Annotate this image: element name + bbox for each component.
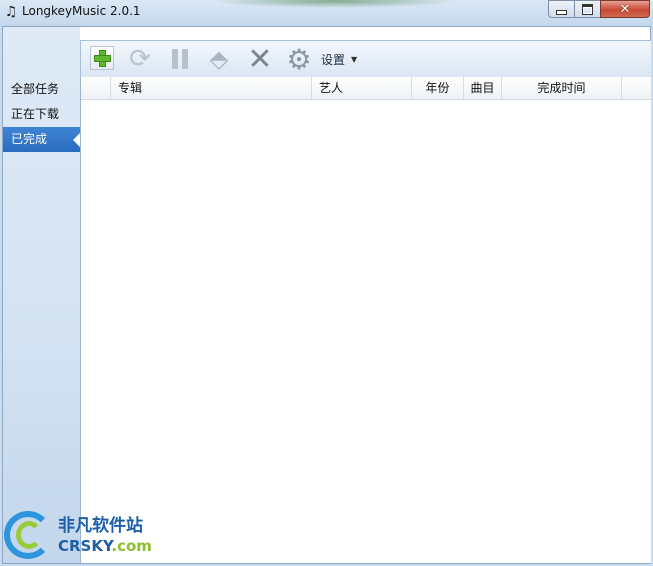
delete-button[interactable]: ✕ xyxy=(245,41,275,77)
sidebar-item-all-tasks[interactable]: 全部任务 xyxy=(3,77,80,102)
column-header-album[interactable]: 专辑 xyxy=(111,77,312,99)
watermark-en: CRSKY.com xyxy=(58,536,152,555)
column-header-artist[interactable]: 艺人 xyxy=(312,77,412,99)
delete-icon: ✕ xyxy=(247,41,273,77)
pause-icon xyxy=(172,49,188,69)
column-header-select[interactable] xyxy=(81,77,111,99)
sidebar-item-label: 已完成 xyxy=(11,132,48,146)
sidebar-item-downloading[interactable]: 正在下载 xyxy=(3,102,80,127)
app-window: ♫ LongkeyMusic 2.0.1 ✕ ⟳ ⬘ ✕ ⚙ 设置 ▼ 全部任务… xyxy=(0,0,653,566)
pause-button[interactable] xyxy=(165,44,195,74)
task-table[interactable]: 专辑 艺人 年份 曲目 完成时间 xyxy=(80,77,651,563)
settings-button[interactable]: ⚙ xyxy=(284,42,314,76)
watermark-cn: 非凡软件站 xyxy=(58,515,143,536)
sidebar-item-label: 正在下载 xyxy=(11,107,60,121)
title-bar[interactable]: ♫ LongkeyMusic 2.0.1 ✕ xyxy=(0,0,653,26)
refresh-button[interactable]: ⟳ xyxy=(125,44,155,74)
table-header: 专辑 艺人 年份 曲目 完成时间 xyxy=(81,77,651,100)
settings-dropdown[interactable]: 设置 ▼ xyxy=(321,51,357,68)
minimize-icon xyxy=(556,9,567,15)
close-button[interactable]: ✕ xyxy=(600,0,650,18)
move-icon: ⬘ xyxy=(209,45,229,73)
column-header-completed-time[interactable]: 完成时间 xyxy=(502,77,622,99)
client-area: ⟳ ⬘ ✕ ⚙ 设置 ▼ 全部任务 正在下载 已完成 专辑 艺人 年份 曲目 完… xyxy=(2,26,651,564)
toolbar: ⟳ ⬘ ✕ ⚙ 设置 ▼ xyxy=(80,40,651,77)
column-header-tracks[interactable]: 曲目 xyxy=(464,77,502,99)
watermark-en-suffix: .com xyxy=(111,536,152,555)
plus-icon xyxy=(93,49,111,67)
title-glow xyxy=(210,0,460,8)
sidebar-nav: 全部任务 正在下载 已完成 xyxy=(3,77,80,152)
minimize-button[interactable] xyxy=(548,0,574,18)
maximize-icon xyxy=(582,3,593,15)
chevron-down-icon: ▼ xyxy=(351,55,358,64)
refresh-icon: ⟳ xyxy=(129,44,151,74)
sidebar-item-completed[interactable]: 已完成 xyxy=(3,127,80,152)
gear-icon: ⚙ xyxy=(286,42,312,76)
maximize-button[interactable] xyxy=(574,0,600,18)
crsky-logo-icon xyxy=(2,509,56,563)
add-task-button[interactable] xyxy=(90,46,114,70)
watermark-text: 非凡软件站 CRSKY.com xyxy=(58,515,152,555)
settings-label: 设置 xyxy=(321,53,346,67)
music-note-icon[interactable]: ♫ xyxy=(3,4,19,20)
move-button[interactable]: ⬘ xyxy=(204,44,234,74)
close-icon: ✕ xyxy=(619,1,631,17)
column-header-filler xyxy=(622,77,651,99)
window-title: LongkeyMusic 2.0.1 xyxy=(22,4,141,18)
window-controls: ✕ xyxy=(548,0,650,19)
sidebar-item-label: 全部任务 xyxy=(11,82,60,96)
watermark: 非凡软件站 CRSKY.com xyxy=(0,505,160,566)
column-header-year[interactable]: 年份 xyxy=(412,77,464,99)
watermark-en-main: CRSKY xyxy=(58,536,112,555)
